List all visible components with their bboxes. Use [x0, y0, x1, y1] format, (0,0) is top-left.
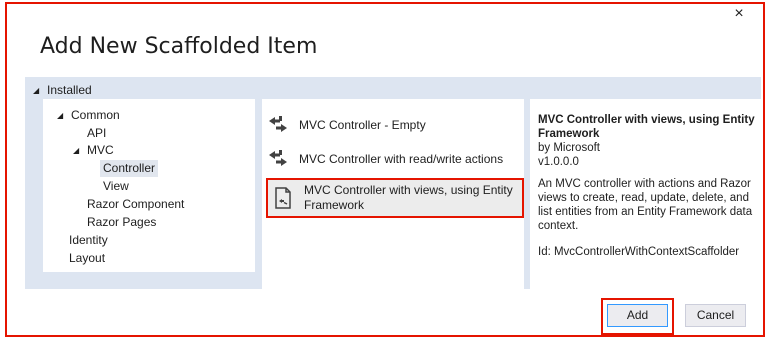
tree-item-common[interactable]: ◢ Common — [57, 107, 120, 124]
collapse-triangle-icon: ◢ — [33, 85, 40, 95]
scaffold-dialog: × Add New Scaffolded Item ◢ Installed ◢ … — [5, 2, 765, 337]
tree-item-label: View — [103, 179, 129, 193]
close-icon[interactable]: × — [731, 6, 747, 22]
tree-item-label: Layout — [69, 251, 106, 265]
controller-arrows-icon — [267, 114, 289, 136]
dialog-title: Add New Scaffolded Item — [40, 34, 318, 59]
content-panel: ◢ Installed ◢ Common API ◢ MVC Controlle… — [25, 77, 761, 289]
collapse-triangle-icon: ◢ — [73, 146, 80, 155]
details-id: Id: MvcControllerWithContextScaffolder — [538, 246, 740, 258]
add-button[interactable]: Add — [607, 304, 668, 327]
tree-item-label: API — [87, 126, 107, 140]
tree-item-identity[interactable]: Identity — [69, 232, 108, 249]
tree-item-label: Razor Pages — [87, 215, 157, 229]
tree-item-api[interactable]: API — [87, 125, 106, 142]
collapse-triangle-icon: ◢ — [57, 111, 64, 120]
tree-item-layout[interactable]: Layout — [69, 250, 105, 267]
template-label: MVC Controller - Empty — [299, 117, 426, 132]
details-description: An MVC controller with actions and Razor… — [538, 178, 753, 232]
tree-item-label: MVC — [87, 143, 114, 157]
details-pane: MVC Controller with views, using Entity … — [530, 99, 761, 289]
template-list: MVC Controller - Empty MVC Controller wi… — [262, 99, 524, 289]
tree-item-mvc[interactable]: ◢ MVC — [73, 142, 114, 159]
template-item-empty[interactable]: MVC Controller - Empty — [267, 113, 523, 137]
tree-item-view[interactable]: View — [103, 178, 129, 195]
controller-arrows-icon — [267, 148, 289, 170]
document-scaffold-icon — [272, 187, 294, 209]
template-label: MVC Controller with views, using Entity … — [304, 183, 513, 212]
tree-item-label: Common — [71, 108, 120, 122]
cancel-button[interactable]: Cancel — [685, 304, 746, 327]
tree-item-label: Identity — [69, 233, 108, 247]
installed-label: Installed — [47, 83, 92, 97]
tree-item-label: Controller — [100, 160, 159, 177]
template-label: MVC Controller with read/write actions — [299, 151, 504, 166]
tree-item-controller[interactable]: Controller — [100, 160, 159, 177]
dialog-footer: Add Cancel — [7, 290, 763, 335]
details-version: v1.0.0.0 — [538, 156, 579, 168]
tree-item-razor-pages[interactable]: Razor Pages — [87, 214, 156, 231]
details-title: MVC Controller with views, using Entity … — [538, 114, 755, 140]
template-item-read-write[interactable]: MVC Controller with read/write actions — [267, 147, 523, 171]
installed-node[interactable]: ◢ Installed — [33, 81, 92, 99]
tree-item-razor-component[interactable]: Razor Component — [87, 196, 184, 213]
tree-item-label: Razor Component — [87, 197, 185, 211]
category-tree: ◢ Common API ◢ MVC Controller View Razor… — [43, 99, 255, 272]
template-item-entity-framework[interactable]: MVC Controller with views, using Entity … — [266, 178, 524, 218]
details-author: by Microsoft — [538, 142, 600, 154]
